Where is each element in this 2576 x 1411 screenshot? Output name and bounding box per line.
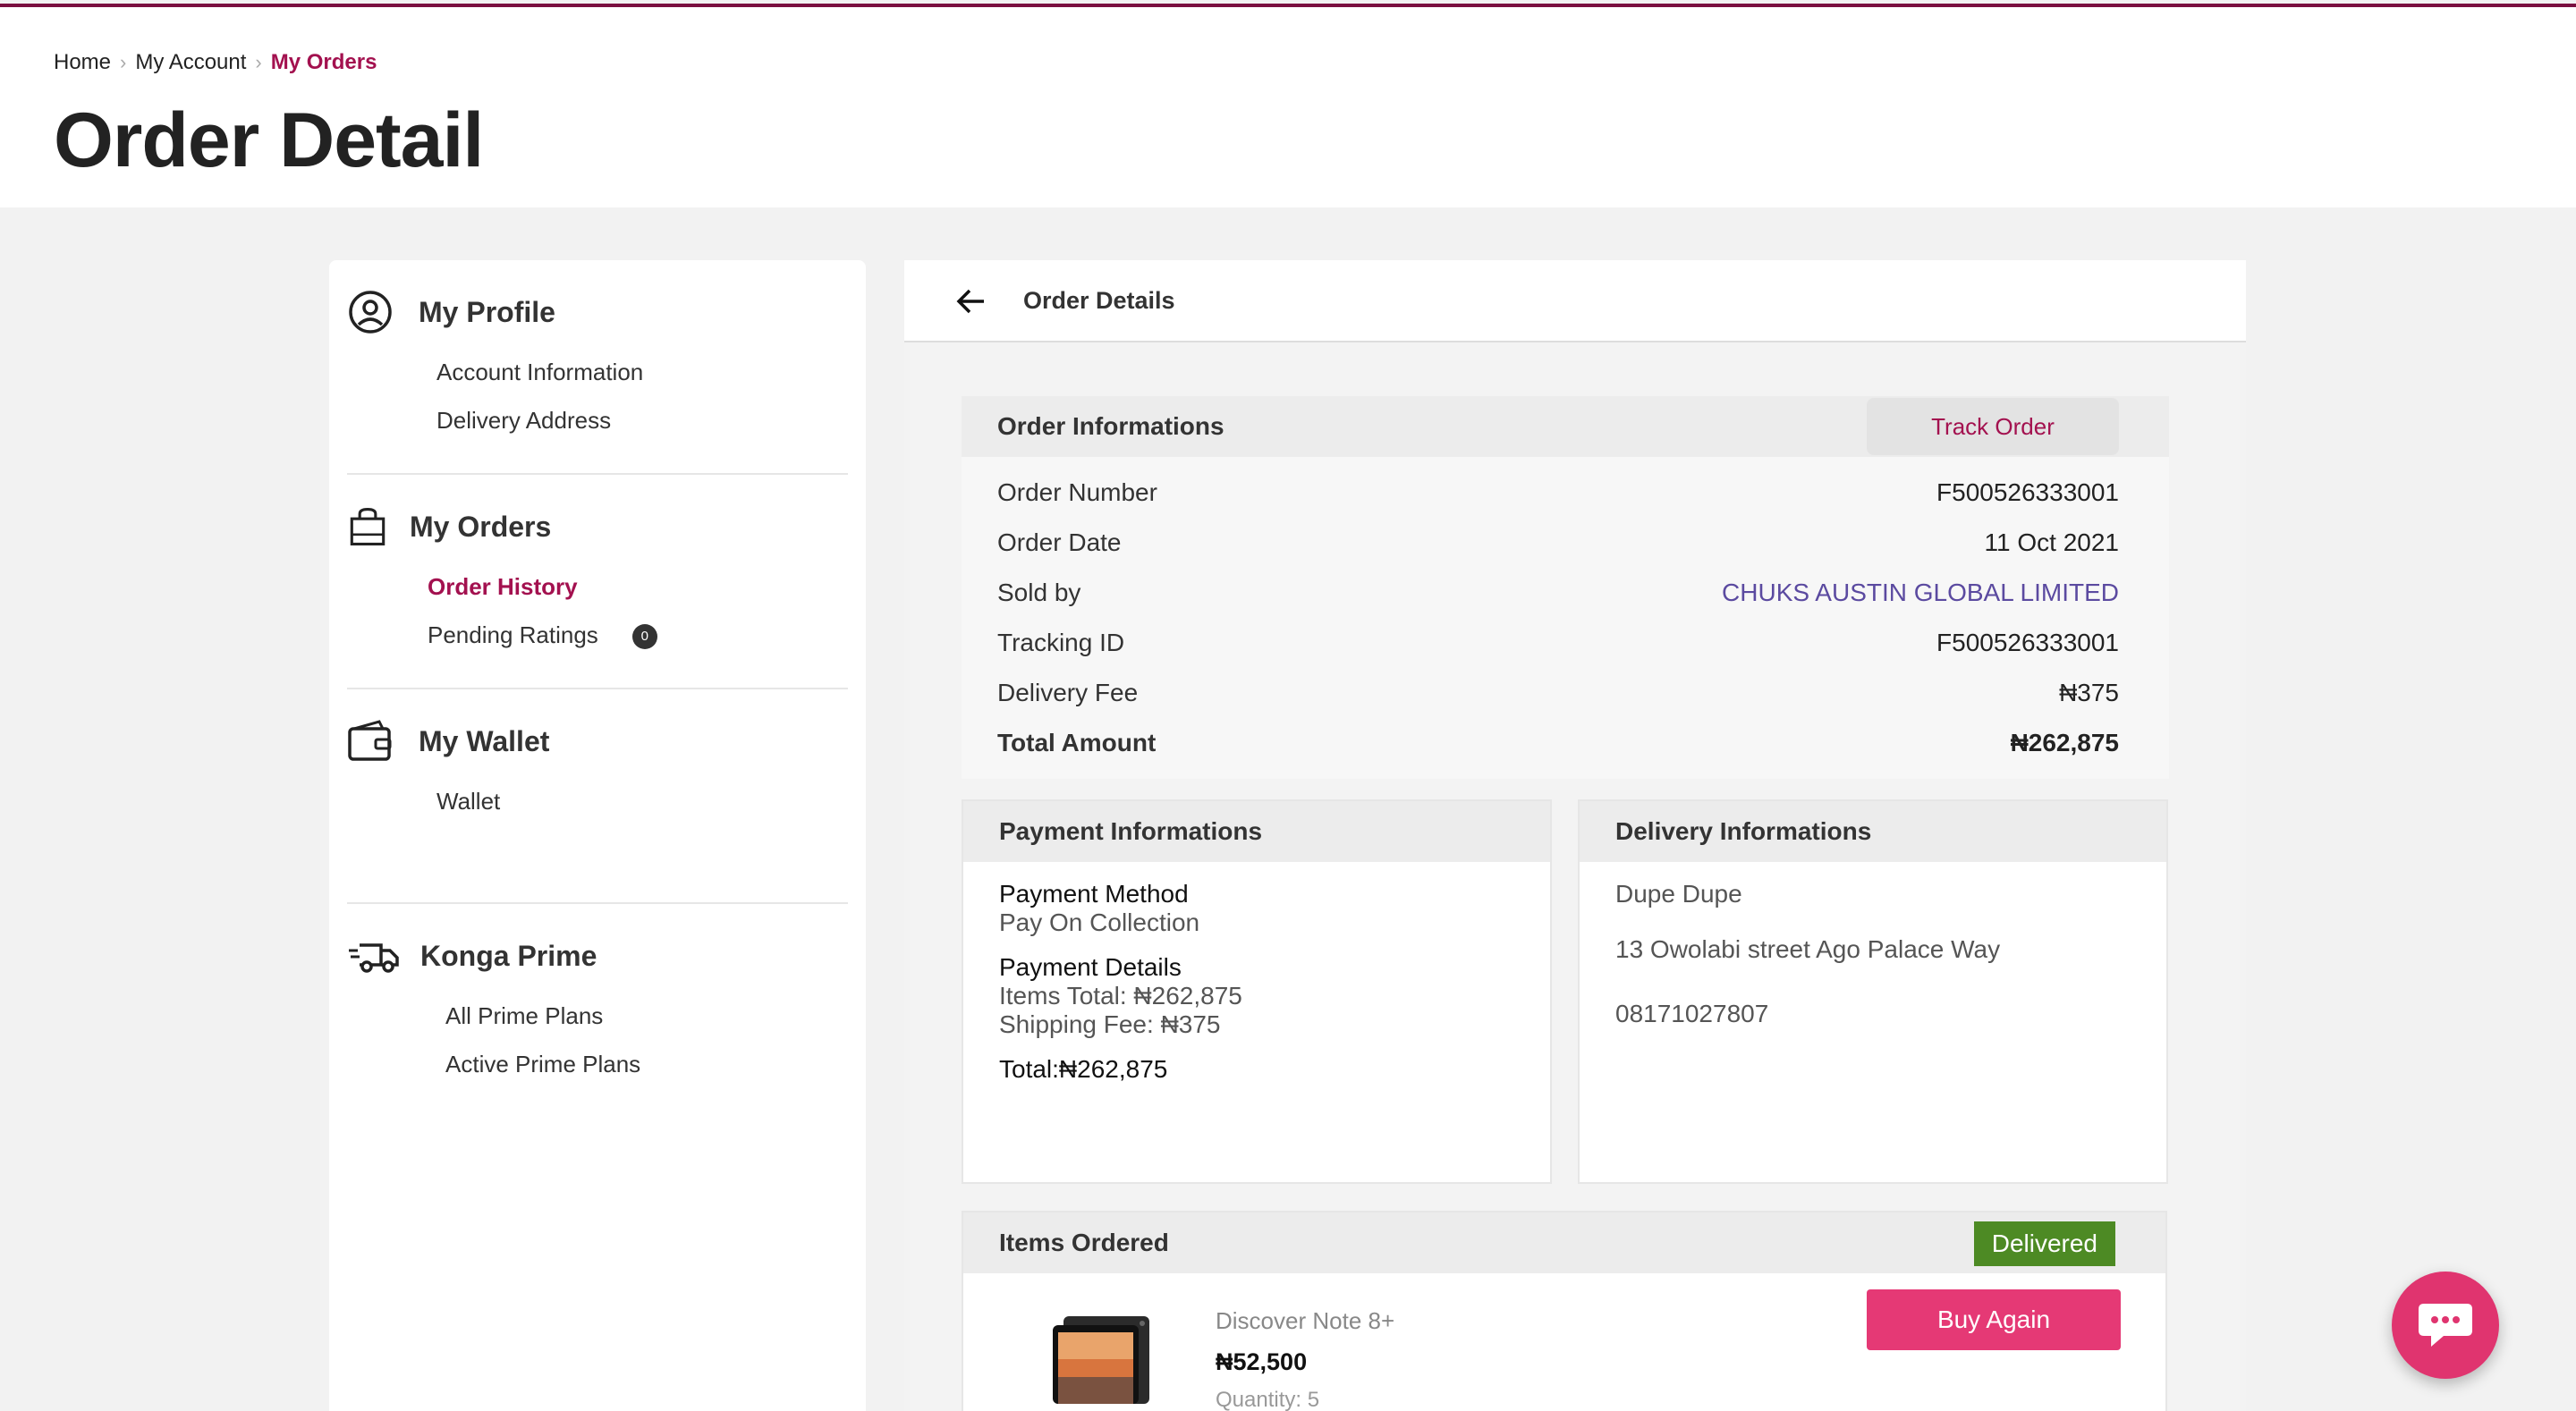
sidebar-orders-header[interactable]: My Orders <box>347 500 848 553</box>
tracking-id-value: F500526333001 <box>1936 629 2119 656</box>
sidebar-item-active-prime-plans[interactable]: Active Prime Plans <box>445 1051 640 1078</box>
page-title: Order Detail <box>54 97 484 183</box>
breadcrumb-my-orders[interactable]: My Orders <box>271 50 377 75</box>
sidebar-profile-header[interactable]: My Profile <box>347 285 848 339</box>
delivery-information-header: Delivery Informations <box>1580 801 2166 862</box>
sidebar-item-pending-ratings[interactable]: Pending Ratings 0 <box>428 621 657 650</box>
sidebar-section-prime: Konga Prime <box>347 929 848 983</box>
delivery-phone: 08171027807 <box>1615 1000 1769 1027</box>
chat-bubble-icon <box>2419 1304 2472 1347</box>
chat-support-button[interactable] <box>2392 1272 2499 1379</box>
payment-method-value: Pay On Collection <box>999 908 1200 936</box>
seller-link[interactable]: CHUKS AUSTIN GLOBAL LIMITED <box>1722 579 2119 607</box>
account-sidebar: My Profile Account Information Delivery … <box>329 260 866 1411</box>
user-circle-icon <box>349 291 392 334</box>
buy-again-button[interactable]: Buy Again <box>1867 1289 2121 1350</box>
sidebar-wallet-title: My Wallet <box>419 724 550 757</box>
product-thumbnail[interactable] <box>1033 1305 1158 1404</box>
tracking-id-row: Tracking ID F500526333001 <box>997 625 2119 661</box>
items-total-value: Items Total: ₦262,875 <box>999 982 1242 1010</box>
product-name[interactable]: Discover Note 8+ <box>1216 1307 1394 1335</box>
payment-information-header: Payment Informations <box>963 801 1550 862</box>
breadcrumb: Home › My Account › My Orders <box>54 50 377 75</box>
order-information-card: Order Informations Track Order Order Num… <box>962 396 2169 779</box>
track-order-button[interactable]: Track Order <box>1867 398 2119 455</box>
order-date-value: 11 Oct 2021 <box>1984 528 2119 556</box>
sidebar-prime-header[interactable]: Konga Prime <box>347 929 848 983</box>
brand-topline <box>0 4 2576 7</box>
payment-information-card: Payment Informations Payment Method Pay … <box>962 799 1552 1184</box>
breadcrumb-separator-icon: › <box>120 51 127 73</box>
shipping-fee-value: Shipping Fee: ₦375 <box>999 1010 1221 1038</box>
items-ordered-header: Items Ordered Delivered <box>963 1212 2165 1273</box>
order-information-title: Order Informations <box>997 412 1224 440</box>
sidebar-wallet-header[interactable]: My Wallet <box>347 714 848 768</box>
order-details-title: Order Details <box>1023 287 1175 314</box>
sidebar-item-account-information[interactable]: Account Information <box>436 359 643 386</box>
delivery-fee-value: ₦375 <box>2059 679 2119 706</box>
total-amount-row: Total Amount ₦262,875 <box>997 725 2119 761</box>
product-quantity: Quantity: 5 <box>1216 1388 1320 1411</box>
delivery-truck-icon <box>349 943 399 973</box>
order-details-header: Order Details <box>904 260 2246 342</box>
order-date-row: Order Date 11 Oct 2021 <box>997 525 2119 561</box>
breadcrumb-my-account[interactable]: My Account <box>135 50 246 75</box>
order-date-label: Order Date <box>997 528 1122 556</box>
payment-method-label: Payment Method <box>999 880 1189 908</box>
order-number-label: Order Number <box>997 478 1157 506</box>
wallet-icon <box>348 720 392 761</box>
sold-by-label: Sold by <box>997 579 1081 606</box>
sidebar-section-orders: My Orders <box>347 500 848 553</box>
sidebar-profile-title: My Profile <box>419 295 555 328</box>
delivery-fee-label: Delivery Fee <box>997 679 1139 706</box>
sidebar-item-delivery-address[interactable]: Delivery Address <box>436 407 611 435</box>
sidebar-section-profile: My Profile <box>347 285 848 339</box>
delivery-address: 13 Owolabi street Ago Palace Way <box>1615 935 2001 963</box>
sidebar-divider <box>347 902 848 904</box>
total-amount-label: Total Amount <box>997 729 1157 756</box>
shopping-bag-icon <box>350 507 386 546</box>
sidebar-prime-title: Konga Prime <box>420 939 597 972</box>
breadcrumb-home[interactable]: Home <box>54 50 111 75</box>
items-ordered-title: Items Ordered <box>999 1229 1169 1256</box>
sidebar-item-wallet[interactable]: Wallet <box>436 788 500 815</box>
tracking-id-label: Tracking ID <box>997 629 1125 656</box>
sold-by-row: Sold by CHUKS AUSTIN GLOBAL LIMITED <box>997 575 2119 611</box>
delivery-information-card: Delivery Informations Dupe Dupe 13 Owola… <box>1578 799 2168 1184</box>
delivery-recipient-name: Dupe Dupe <box>1615 880 1742 908</box>
sidebar-orders-title: My Orders <box>410 510 552 543</box>
arrow-left-icon[interactable] <box>953 283 989 319</box>
delivery-fee-row: Delivery Fee ₦375 <box>997 675 2119 711</box>
order-number-value: F500526333001 <box>1936 478 2119 506</box>
items-ordered-card: Items Ordered Delivered Discover Note 8+… <box>962 1211 2167 1411</box>
order-number-row: Order Number F500526333001 <box>997 475 2119 511</box>
sidebar-divider <box>347 688 848 689</box>
page-header: Home › My Account › My Orders Order Deta… <box>0 4 2576 207</box>
sidebar-pending-ratings-label: Pending Ratings <box>428 621 598 648</box>
payment-information-body: Payment Method Pay On Collection Payment… <box>999 880 1242 1084</box>
sidebar-item-order-history[interactable]: Order History <box>428 573 578 601</box>
breadcrumb-separator-icon: › <box>255 51 262 73</box>
payment-total-value: Total:₦262,875 <box>999 1055 1168 1083</box>
sidebar-item-all-prime-plans[interactable]: All Prime Plans <box>445 1002 603 1030</box>
order-information-header: Order Informations Track Order <box>962 396 2169 457</box>
sidebar-section-wallet: My Wallet <box>347 714 848 768</box>
delivered-status-badge: Delivered <box>1973 1221 2115 1266</box>
total-amount-value: ₦262,875 <box>2010 729 2119 756</box>
product-price: ₦52,500 <box>1216 1348 1308 1375</box>
sidebar-divider <box>347 473 848 475</box>
pending-ratings-count-badge: 0 <box>631 624 657 650</box>
payment-details-label: Payment Details <box>999 953 1182 981</box>
